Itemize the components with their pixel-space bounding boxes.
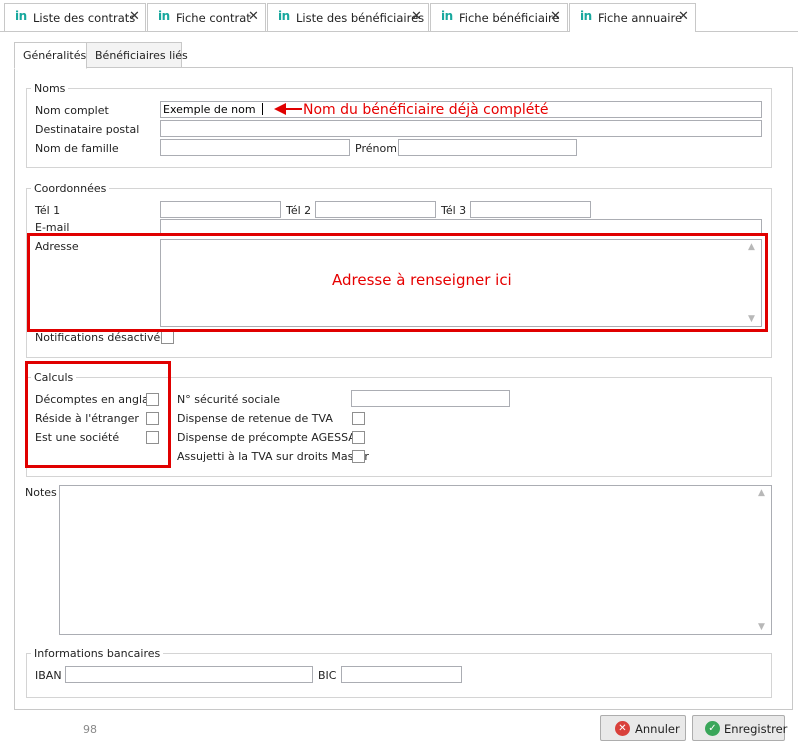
cancel-button[interactable]: ✕ Annuler bbox=[600, 715, 686, 741]
close-icon[interactable]: ✕ bbox=[550, 9, 561, 24]
doc-tab-liste-contrats[interactable]: in Liste des contrats ✕ bbox=[4, 3, 146, 31]
tel2-label: Tél 2 bbox=[286, 204, 312, 217]
close-icon[interactable]: ✕ bbox=[678, 9, 689, 24]
destinataire-label: Destinataire postal bbox=[35, 123, 140, 136]
cancel-icon: ✕ bbox=[615, 721, 630, 736]
assujetti-tva-checkbox[interactable] bbox=[352, 450, 365, 463]
notes-scrollbar[interactable]: ▲ ▼ bbox=[754, 486, 771, 634]
notes-label: Notes bbox=[25, 486, 57, 499]
close-icon[interactable]: ✕ bbox=[411, 9, 422, 24]
notifications-label: Notifications désactivées bbox=[35, 331, 173, 344]
doc-tab-fiche-annuaire[interactable]: in Fiche annuaire ✕ bbox=[569, 3, 696, 32]
scroll-up-icon[interactable]: ▲ bbox=[758, 488, 765, 498]
save-button-label: Enregistrer bbox=[724, 722, 788, 736]
group-noms-title: Noms bbox=[31, 82, 69, 95]
bic-label: BIC bbox=[318, 669, 337, 682]
close-icon[interactable]: ✕ bbox=[129, 9, 140, 24]
iban-field[interactable] bbox=[65, 666, 313, 683]
bic-field[interactable] bbox=[341, 666, 462, 683]
tel1-label: Tél 1 bbox=[35, 204, 61, 217]
doc-tab-label: Liste des contrats bbox=[33, 11, 136, 25]
app-logo-icon: in bbox=[441, 9, 453, 23]
tab-label: Bénéficiaires liés bbox=[95, 49, 188, 62]
tel3-label: Tél 3 bbox=[441, 204, 467, 217]
nom-famille-label: Nom de famille bbox=[35, 142, 119, 155]
doc-tab-liste-beneficiaires[interactable]: in Liste des bénéficiaires ✕ bbox=[267, 3, 429, 31]
tel3-field[interactable] bbox=[470, 201, 591, 218]
annotation-nom-text: Nom du bénéficiaire déjà complété bbox=[303, 102, 549, 118]
tab-label: Généralités bbox=[23, 49, 87, 62]
dispense-tva-label: Dispense de retenue de TVA bbox=[177, 412, 333, 425]
doc-tab-fiche-beneficiaire[interactable]: in Fiche bénéficiaire ✕ bbox=[430, 3, 568, 31]
notifications-checkbox[interactable] bbox=[161, 331, 174, 344]
dispense-agessa-label: Dispense de précompte AGESSA bbox=[177, 431, 356, 444]
close-icon[interactable]: ✕ bbox=[248, 9, 259, 24]
tel2-field[interactable] bbox=[315, 201, 436, 218]
annotation-box-calculs bbox=[25, 361, 171, 468]
dispense-agessa-checkbox[interactable] bbox=[352, 431, 365, 444]
doc-tab-label: Fiche contrat bbox=[176, 11, 251, 25]
destinataire-field[interactable] bbox=[160, 120, 762, 137]
scroll-down-icon[interactable]: ▼ bbox=[758, 622, 765, 632]
prenom-field[interactable] bbox=[398, 139, 577, 156]
doc-tab-label: Fiche annuaire bbox=[598, 11, 683, 25]
secu-label: N° sécurité sociale bbox=[177, 393, 281, 406]
secu-field[interactable] bbox=[351, 390, 510, 407]
app-logo-icon: in bbox=[158, 9, 170, 23]
assujetti-tva-label: Assujetti à la TVA sur droits Master bbox=[177, 450, 369, 463]
iban-label: IBAN bbox=[35, 669, 62, 682]
document-tab-bar: in Liste des contrats ✕ in Fiche contrat… bbox=[0, 0, 798, 32]
doc-tab-label: Fiche bénéficiaire bbox=[459, 11, 560, 25]
dispense-tva-checkbox[interactable] bbox=[352, 412, 365, 425]
notes-textarea[interactable]: ▲ ▼ bbox=[59, 485, 772, 635]
tab-generalites[interactable]: Généralités bbox=[14, 42, 87, 69]
app-logo-icon: in bbox=[15, 9, 27, 23]
tel1-field[interactable] bbox=[160, 201, 281, 218]
cancel-button-label: Annuler bbox=[635, 722, 680, 736]
nom-complet-label: Nom complet bbox=[35, 104, 109, 117]
tab-beneficiaires-lies[interactable]: Bénéficiaires liés bbox=[86, 42, 188, 68]
app-logo-icon: in bbox=[278, 9, 290, 23]
save-button[interactable]: ✓ Enregistrer bbox=[692, 715, 788, 741]
record-id: 98 bbox=[83, 723, 97, 736]
app-logo-icon: in bbox=[580, 9, 592, 23]
group-coordonnees-title: Coordonnées bbox=[31, 182, 110, 195]
email-field[interactable] bbox=[160, 219, 762, 234]
nom-famille-field[interactable] bbox=[160, 139, 350, 156]
annotation-arrow-icon bbox=[274, 103, 302, 115]
annotation-box-adresse bbox=[27, 233, 768, 332]
check-icon: ✓ bbox=[705, 721, 720, 736]
doc-tab-fiche-contrat[interactable]: in Fiche contrat ✕ bbox=[147, 3, 266, 31]
group-banque-title: Informations bancaires bbox=[31, 647, 164, 660]
prenom-label: Prénom bbox=[355, 142, 397, 155]
doc-tab-label: Liste des bénéficiaires bbox=[296, 11, 425, 25]
